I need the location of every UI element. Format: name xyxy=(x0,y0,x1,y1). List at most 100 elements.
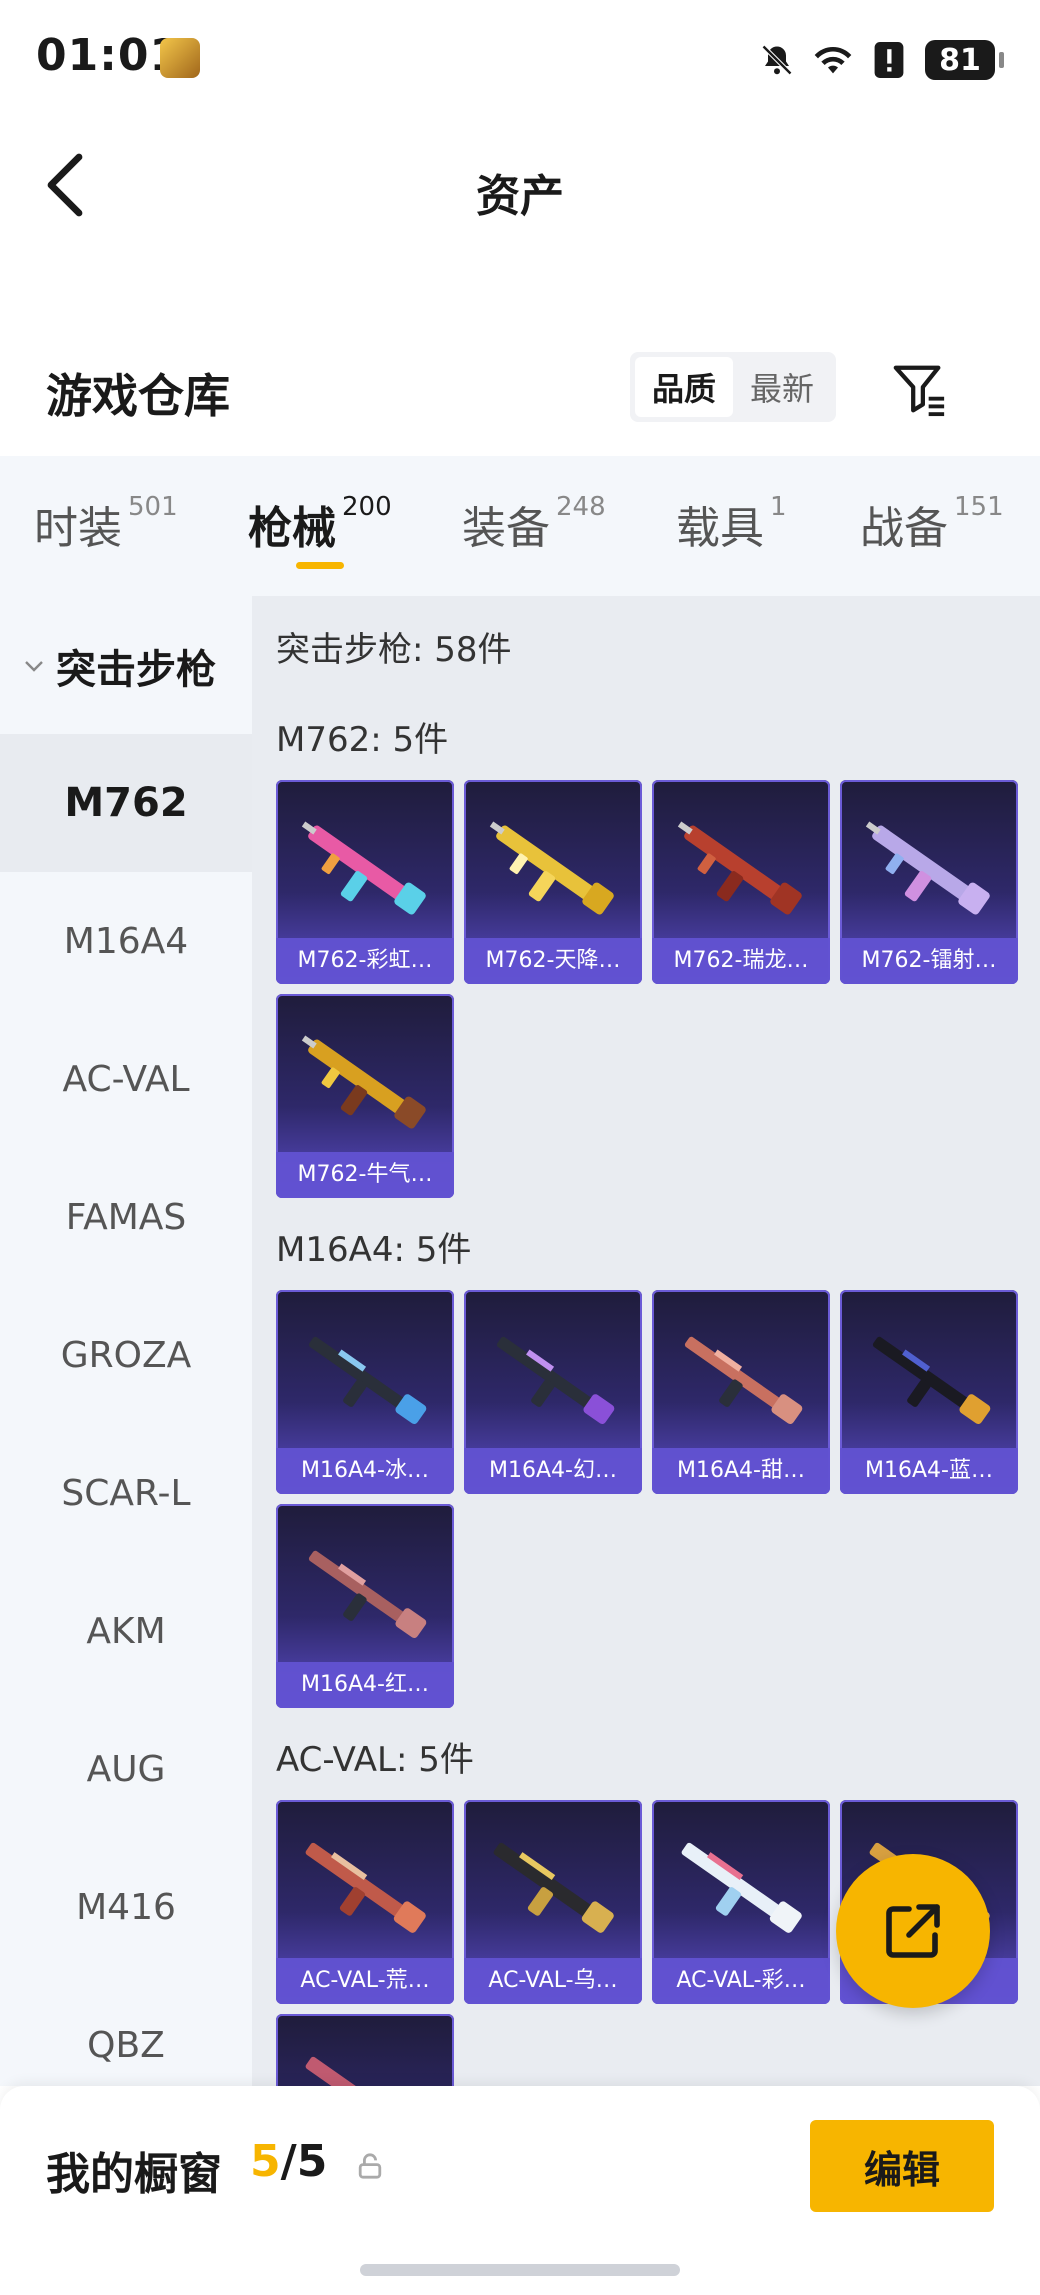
item-card[interactable]: M762-镭射… xyxy=(840,780,1018,984)
rifle-image xyxy=(496,1336,615,1425)
sidebar-item-groza[interactable]: GROZA xyxy=(0,1286,252,1424)
item-card[interactable]: AC-VAL-乌… xyxy=(464,1800,642,2004)
sort-option-newest[interactable]: 最新 xyxy=(733,357,831,417)
item-name: AC-VAL-荒… xyxy=(276,1958,454,2004)
sidebar-group-assault-rifles[interactable]: 突击步枪 xyxy=(0,596,252,736)
group-heading-m16a4: M16A4: 5件 xyxy=(276,1230,472,1270)
group-heading-m762: M762: 5件 xyxy=(276,720,449,760)
category-tabs: 时装 501 枪械 200 装备 248 载具 1 战备 151 xyxy=(0,456,1040,596)
tab-equipment[interactable]: 装备 248 xyxy=(462,492,606,556)
status-icons: 81 xyxy=(757,38,1004,82)
home-indicator[interactable] xyxy=(360,2264,680,2276)
tab-label: 装备 xyxy=(462,503,550,554)
item-card[interactable]: M762-彩虹… xyxy=(276,780,454,984)
rifle-image xyxy=(681,1842,802,1933)
item-card[interactable]: M16A4-红… xyxy=(276,1504,454,1708)
share-external-icon xyxy=(886,1904,940,1958)
item-name: M762-彩虹… xyxy=(276,938,454,984)
showcase-count-current: 5 xyxy=(250,2136,281,2187)
rifle-image xyxy=(677,821,802,915)
lock-icon xyxy=(358,2153,382,2179)
item-card[interactable]: M762-瑞龙… xyxy=(652,780,830,984)
rifle-image xyxy=(305,2056,417,2086)
item-card[interactable]: AC-VAL-荒… xyxy=(276,1800,454,2004)
sidebar-group-label: 突击步枪 xyxy=(56,647,216,693)
showcase-title: 我的橱窗 xyxy=(46,2149,222,2200)
showcase-bar: 我的橱窗 5/5 编辑 xyxy=(0,2086,1040,2295)
sort-option-quality[interactable]: 品质 xyxy=(635,357,733,417)
sidebar-item-m16a4[interactable]: M16A4 xyxy=(0,872,252,1010)
battery-icon: 81 xyxy=(925,40,995,80)
rifle-image xyxy=(493,1842,614,1933)
item-name: M762-牛气… xyxy=(276,1152,454,1198)
page-title: 资产 xyxy=(476,171,564,222)
tab-label: 战备 xyxy=(860,503,948,554)
sidebar-item-m416[interactable]: M416 xyxy=(0,1838,252,1976)
item-name: M762-天降… xyxy=(464,938,642,984)
item-name: M16A4-红… xyxy=(276,1662,454,1708)
tab-firearms[interactable]: 枪械 200 xyxy=(248,492,392,556)
showcase-count: 5/5 xyxy=(250,2136,327,2187)
filter-button[interactable] xyxy=(888,358,950,420)
battery-tip xyxy=(999,52,1004,68)
tab-count: 501 xyxy=(128,492,178,522)
edit-button[interactable]: 编辑 xyxy=(810,2120,994,2212)
item-name: M16A4-冰… xyxy=(276,1448,454,1494)
rifle-image xyxy=(489,821,614,915)
rifle-image xyxy=(684,1336,803,1425)
category-summary: 突击步枪: 58件 xyxy=(276,630,512,670)
rifle-image xyxy=(308,1336,427,1425)
status-bar: 01:01 81 xyxy=(0,0,1040,120)
battery-level: 81 xyxy=(939,42,981,78)
item-name: M762-镭射… xyxy=(840,938,1018,984)
sort-toggle: 品质 最新 xyxy=(630,352,836,422)
item-name: M762-瑞龙… xyxy=(652,938,830,984)
tab-count: 248 xyxy=(556,492,606,522)
tab-count: 200 xyxy=(342,492,392,522)
item-card[interactable]: M16A4-幻… xyxy=(464,1290,642,1494)
tab-count: 1 xyxy=(770,492,787,522)
item-card[interactable]: AC-VAL-彩… xyxy=(652,1800,830,2004)
rifle-image xyxy=(301,821,426,915)
tab-label: 时装 xyxy=(34,503,122,554)
item-card[interactable]: M16A4-蓝… xyxy=(840,1290,1018,1494)
section-header: 游戏仓库 品质 最新 xyxy=(0,330,1040,456)
item-name: M16A4-幻… xyxy=(464,1448,642,1494)
sidebar-item-aug[interactable]: AUG xyxy=(0,1700,252,1838)
rifle-image xyxy=(308,1550,427,1639)
active-tab-indicator xyxy=(296,562,344,569)
alert-icon xyxy=(869,40,909,80)
app-icon xyxy=(160,38,200,78)
tab-vehicles[interactable]: 载具 1 xyxy=(676,492,787,556)
item-name: AC-VAL-乌… xyxy=(464,1958,642,2004)
item-name: AC-VAL-彩… xyxy=(652,1958,830,2004)
section-title: 游戏仓库 xyxy=(46,369,230,423)
showcase-count-total: /5 xyxy=(280,2136,328,2187)
sidebar-item-famas[interactable]: FAMAS xyxy=(0,1148,252,1286)
sidebar-item-scar-l[interactable]: SCAR-L xyxy=(0,1424,252,1562)
tab-combat-gear[interactable]: 战备 151 xyxy=(860,492,1004,556)
item-card[interactable]: M762-牛气… xyxy=(276,994,454,1198)
item-card[interactable]: M16A4-甜… xyxy=(652,1290,830,1494)
chevron-down-icon xyxy=(25,661,43,672)
tab-label: 枪械 xyxy=(248,503,336,554)
group-heading-ac-val: AC-VAL: 5件 xyxy=(276,1740,474,1780)
nav-bar: 资产 xyxy=(0,120,1040,250)
item-card[interactable]: M16A4-冰… xyxy=(276,1290,454,1494)
item-name: M16A4-蓝… xyxy=(840,1448,1018,1494)
filter-icon xyxy=(893,365,945,417)
item-card[interactable] xyxy=(276,2014,454,2086)
rifle-image xyxy=(872,1336,991,1425)
rifle-image xyxy=(301,1035,426,1129)
rifle-image xyxy=(305,1842,426,1933)
item-name: M16A4-甜… xyxy=(652,1448,830,1494)
share-button[interactable] xyxy=(836,1854,990,2008)
tab-fashion[interactable]: 时装 501 xyxy=(34,492,178,556)
mute-bell-icon xyxy=(757,40,797,80)
wifi-icon xyxy=(813,40,853,80)
tab-label: 载具 xyxy=(676,503,764,554)
sidebar-item-m762[interactable]: M762 xyxy=(0,734,252,872)
item-card[interactable]: M762-天降… xyxy=(464,780,642,984)
sidebar-item-ac-val[interactable]: AC-VAL xyxy=(0,1010,252,1148)
sidebar-item-akm[interactable]: AKM xyxy=(0,1562,252,1700)
